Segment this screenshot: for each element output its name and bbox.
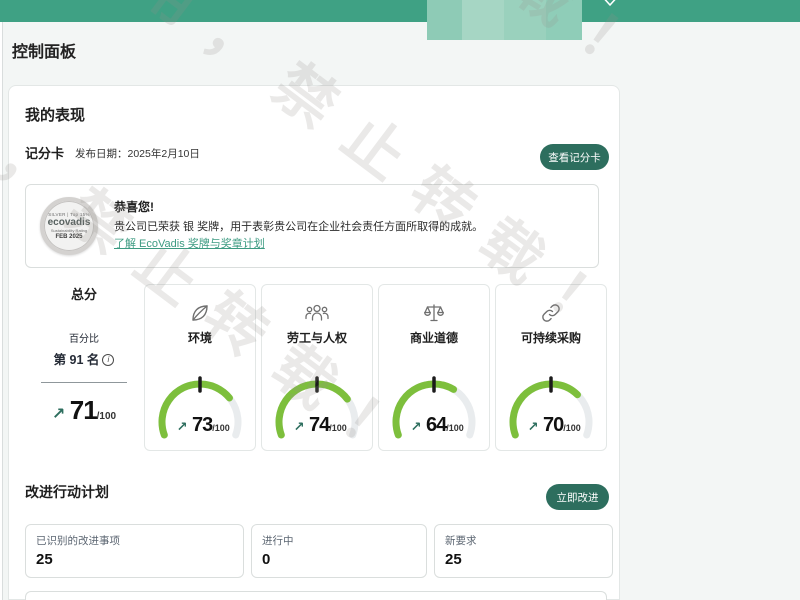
total-score-denominator: /100 xyxy=(97,411,116,422)
score-number: 73 xyxy=(192,414,212,436)
trend-up-icon: ↗ xyxy=(177,419,188,434)
trend-up-icon: ↗ xyxy=(52,406,65,423)
category-cards-row: 环境 ↗ 73/100 劳工与 xyxy=(144,284,607,451)
info-icon[interactable]: i xyxy=(102,354,114,366)
next-section-panel xyxy=(25,591,607,600)
stat-label: 新要求 xyxy=(445,533,602,548)
stat-label: 已识别的改进事项 xyxy=(36,533,233,548)
score-gauge: ↗ 70/100 xyxy=(501,374,601,442)
stat-identified-items: 已识别的改进事项 25 xyxy=(25,524,244,578)
top-navigation-bar xyxy=(0,0,800,22)
category-label: 可持续采购 xyxy=(496,329,606,346)
highlight-segment xyxy=(546,0,582,40)
stat-value: 0 xyxy=(262,551,416,568)
my-performance-card: 我的表现 记分卡 发布日期：2025年2月10日 查看记分卡 SILVER | … xyxy=(8,85,620,600)
category-card-environment: 环境 ↗ 73/100 xyxy=(144,284,256,451)
category-card-ethics: 商业道德 ↗ 64/100 xyxy=(378,284,490,451)
category-label: 劳工与人权 xyxy=(262,329,372,346)
topbar-highlight-blocks xyxy=(427,0,582,40)
score-denominator: /100 xyxy=(329,423,347,433)
improvement-stats-row: 已识别的改进事项 25 进行中 0 新要求 25 xyxy=(25,524,613,578)
page-title: 控制面板 xyxy=(12,38,76,62)
scorecard-publish-date: 发布日期：2025年2月10日 xyxy=(75,146,200,161)
total-score-column: 总分 百分比 第 91 名i ↗ 71/100 xyxy=(25,284,143,426)
percentile-label: 百分比 xyxy=(25,330,143,345)
congrats-title: 恭喜您! xyxy=(114,198,154,215)
chevron-down-icon[interactable] xyxy=(603,0,617,7)
stat-value: 25 xyxy=(36,551,233,568)
congrats-body: 贵公司已荣获 银 奖牌，用于表彰贵公司在企业社会责任方面所取得的成就。 xyxy=(114,218,584,234)
highlight-segment xyxy=(462,0,504,40)
performance-title: 我的表现 xyxy=(25,104,85,125)
people-icon xyxy=(304,301,330,325)
category-card-labor: 劳工与人权 ↗ 74/100 xyxy=(261,284,373,451)
total-score-number: 71 xyxy=(70,395,97,425)
ecovadis-logo: ecovadis xyxy=(48,217,91,228)
stat-new-requests: 新要求 25 xyxy=(434,524,613,578)
score-number: 74 xyxy=(309,414,329,436)
stat-label: 进行中 xyxy=(262,533,416,548)
category-card-procurement: 可持续采购 ↗ 70/100 xyxy=(495,284,607,451)
score-gauge: ↗ 74/100 xyxy=(267,374,367,442)
score-number: 64 xyxy=(426,414,446,436)
trend-up-icon: ↗ xyxy=(528,419,539,434)
left-edge-panel xyxy=(0,22,3,600)
leaf-icon xyxy=(188,301,212,325)
scales-icon xyxy=(422,301,446,325)
percentile-rank: 第 91 名i xyxy=(25,349,143,368)
category-score: ↗ 70/100 xyxy=(528,414,581,437)
total-score-label: 总分 xyxy=(25,284,143,303)
highlight-segment xyxy=(427,0,462,40)
congratulations-banner: SILVER | Top 15% ecovadis Sustainability… xyxy=(25,184,599,268)
total-score-value: ↗ 71/100 xyxy=(25,395,143,426)
improvement-plan-title: 改进行动计划 xyxy=(25,482,109,502)
link-icon xyxy=(539,301,563,325)
score-denominator: /100 xyxy=(446,423,464,433)
score-gauge: ↗ 64/100 xyxy=(384,374,484,442)
highlight-segment xyxy=(504,0,546,40)
category-label: 商业道德 xyxy=(379,329,489,346)
score-denominator: /100 xyxy=(563,423,581,433)
divider xyxy=(41,382,127,383)
badge-subtitle: Sustainability Rating xyxy=(51,228,87,233)
category-score: ↗ 74/100 xyxy=(294,414,347,437)
view-scorecard-button[interactable]: 查看记分卡 xyxy=(540,144,609,170)
ecovadis-medal-badge: SILVER | Top 15% ecovadis Sustainability… xyxy=(40,197,98,255)
category-score: ↗ 73/100 xyxy=(177,414,230,437)
rank-text: 第 91 名 xyxy=(54,353,100,367)
score-gauge: ↗ 73/100 xyxy=(150,374,250,442)
score-denominator: /100 xyxy=(212,423,230,433)
score-number: 70 xyxy=(543,414,563,436)
medal-program-link[interactable]: 了解 EcoVadis 奖牌与奖章计划 xyxy=(114,235,265,251)
improve-now-button[interactable]: 立即改进 xyxy=(546,484,609,510)
scorecard-label: 记分卡 xyxy=(25,143,64,162)
category-score: ↗ 64/100 xyxy=(411,414,464,437)
stat-in-progress: 进行中 0 xyxy=(251,524,427,578)
stat-value: 25 xyxy=(445,551,602,568)
trend-up-icon: ↗ xyxy=(294,419,305,434)
badge-date: FEB 2025 xyxy=(55,234,82,240)
category-label: 环境 xyxy=(145,329,255,346)
trend-up-icon: ↗ xyxy=(411,419,422,434)
